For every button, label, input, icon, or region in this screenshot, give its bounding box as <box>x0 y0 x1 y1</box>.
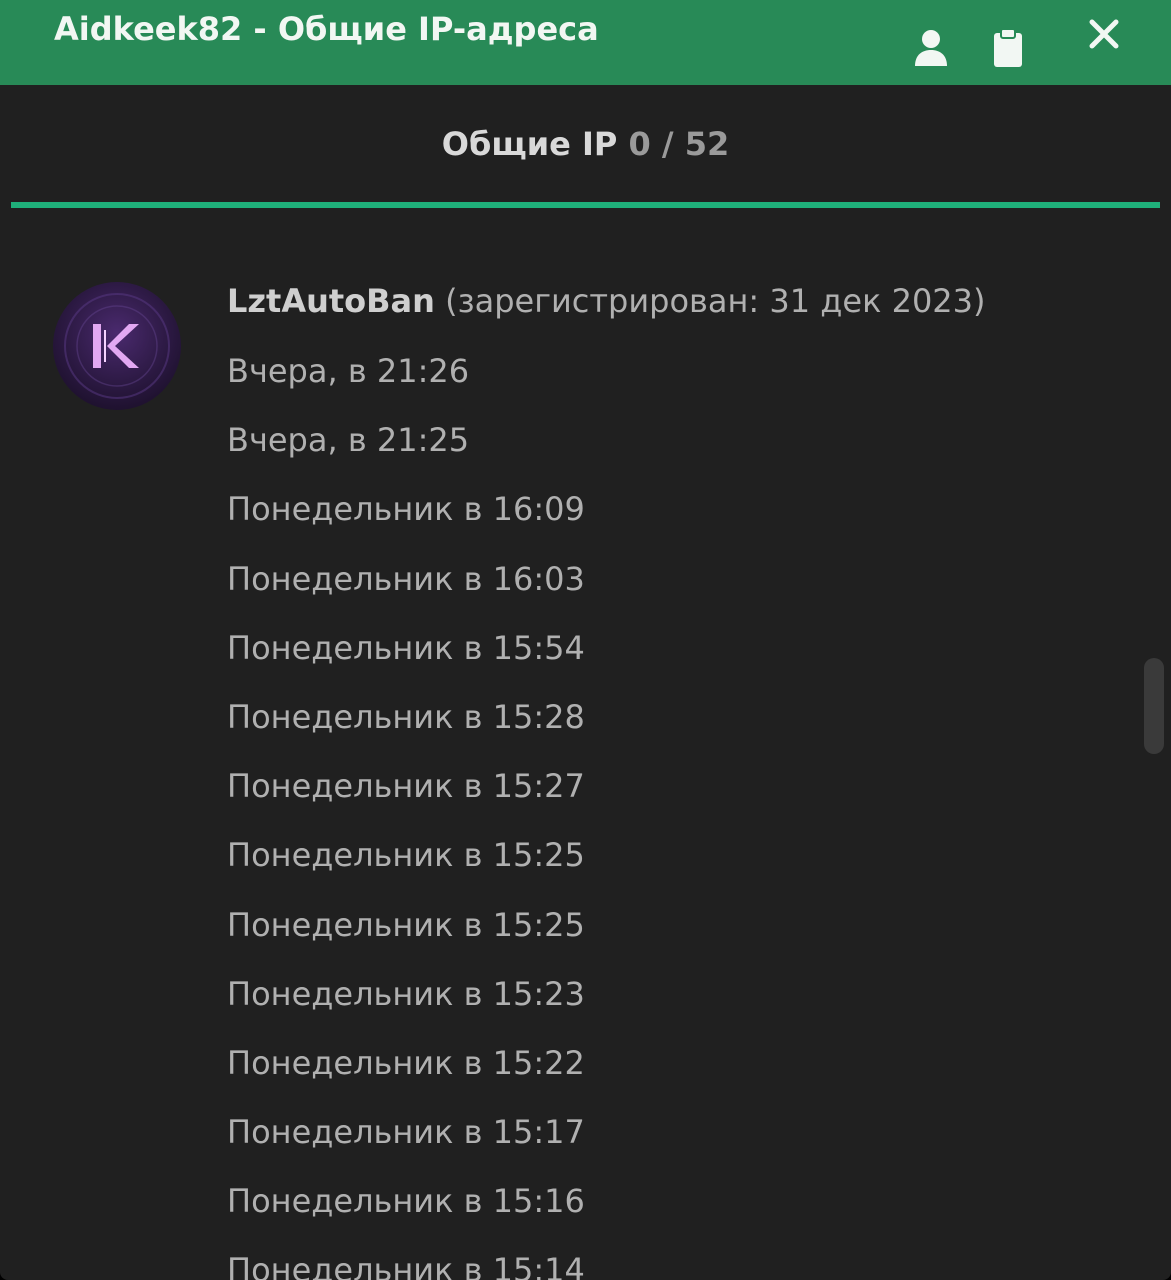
username-link[interactable]: LztAutoBan <box>227 282 435 320</box>
registration-date: (зарегистрирован: 31 дек 2023) <box>445 282 986 320</box>
scrollbar[interactable] <box>1144 658 1164 754</box>
shared-ip-window: Aidkeek82 - Общие IP-адреса Общие IP 0 /… <box>0 0 1171 1280</box>
list-item: Понедельник в 16:09 <box>227 490 585 529</box>
list-item: Понедельник в 15:25 <box>227 905 585 944</box>
avatar[interactable] <box>53 282 181 410</box>
close-icon[interactable] <box>1084 14 1124 54</box>
tab-bar: Общие IP 0 / 52 <box>0 85 1171 210</box>
user-icon[interactable] <box>910 27 952 69</box>
ip-entry-list: Вчера, в 21:26 Вчера, в 21:25 Понедельни… <box>227 352 585 1280</box>
list-item: Понедельник в 15:17 <box>227 1113 585 1152</box>
tab-label: Общие IP 0 / 52 <box>0 125 1171 163</box>
list-item: Понедельник в 15:54 <box>227 628 585 667</box>
list-item: Понедельник в 15:16 <box>227 1182 585 1221</box>
user-line: LztAutoBan (зарегистрирован: 31 дек 2023… <box>227 282 986 320</box>
list-item: Понедельник в 15:27 <box>227 767 585 806</box>
list-item: Понедельник в 16:03 <box>227 559 585 598</box>
list-item: Понедельник в 15:14 <box>227 1251 585 1280</box>
list-item: Понедельник в 15:22 <box>227 1043 585 1082</box>
list-item: Понедельник в 15:23 <box>227 974 585 1013</box>
list-item: Вчера, в 21:25 <box>227 421 470 460</box>
tab-shared-ip[interactable]: Общие IP 0 / 52 <box>0 85 1171 210</box>
tab-count: 0 / 52 <box>628 125 730 163</box>
active-tab-indicator <box>11 202 1160 208</box>
list-item: Понедельник в 15:28 <box>227 697 585 736</box>
list-item: Вчера, в 21:26 <box>227 352 470 390</box>
clipboard-icon[interactable] <box>988 27 1028 69</box>
window-title: Aidkeek82 - Общие IP-адреса <box>54 10 599 48</box>
title-bar: Aidkeek82 - Общие IP-адреса <box>0 0 1171 85</box>
tab-title: Общие IP <box>441 125 618 163</box>
shared-ip-list: LztAutoBan (зарегистрирован: 31 дек 2023… <box>0 210 1171 1280</box>
list-item: Понедельник в 15:25 <box>227 836 585 875</box>
